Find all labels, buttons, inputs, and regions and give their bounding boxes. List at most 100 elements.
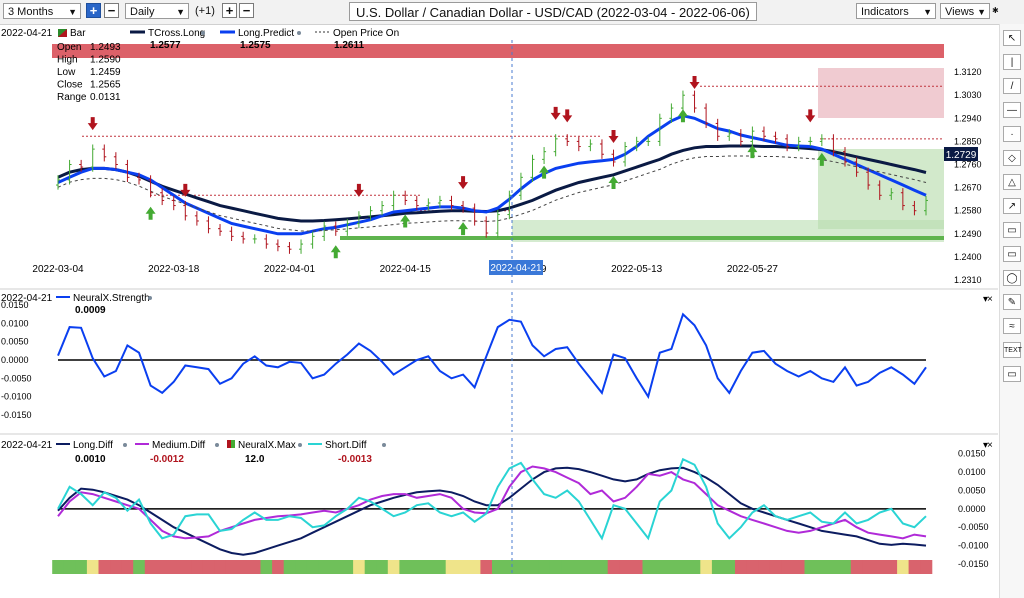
step-label: (+1) <box>195 5 215 17</box>
diff-tick-label: 0.0100 <box>958 467 986 477</box>
settings-dot-icon[interactable] <box>215 443 219 447</box>
remove-button[interactable]: − <box>104 3 119 18</box>
tool-button-9[interactable]: ▭ <box>1003 246 1021 262</box>
interval-select[interactable]: Daily ▼ <box>125 3 189 19</box>
interval-select-label: Daily <box>130 6 155 18</box>
ohlc-label: Range <box>57 92 87 103</box>
tool-button-0[interactable]: ↖ <box>1003 30 1021 46</box>
tool-button-7[interactable]: ↗ <box>1003 198 1021 214</box>
neuralmax-strip-cell <box>411 560 424 574</box>
neuralmax-strip-cell <box>839 560 852 574</box>
range-select[interactable]: 3 Months ▼ <box>3 3 81 19</box>
cursor-date-diff: 2022-04-21 <box>1 440 53 451</box>
step-remove-button[interactable]: − <box>239 3 254 18</box>
neuralmax-strip-cell <box>156 560 169 574</box>
date-tick-label: 2022-04-01 <box>264 264 316 275</box>
neuralmax-strip-cell <box>526 560 539 574</box>
tool-button-11[interactable]: ✎ <box>1003 294 1021 310</box>
settings-dot-icon[interactable] <box>382 443 386 447</box>
tool-button-10[interactable]: ◯ <box>1003 270 1021 286</box>
legend-openprice: Open Price On <box>333 28 399 39</box>
neuralmax-strip-cell <box>52 560 65 574</box>
tool-button-12[interactable]: ≈ <box>1003 318 1021 334</box>
tool-button-2[interactable]: / <box>1003 78 1021 94</box>
chevron-down-icon: ▼ <box>977 7 986 17</box>
tcross-value: 1.2577 <box>150 40 181 51</box>
target-zone-upper <box>818 68 944 118</box>
neural-tick-label: 0.0150 <box>1 300 29 310</box>
neuralmax-strip-cell <box>735 560 748 574</box>
settings-dot-icon[interactable] <box>297 31 301 35</box>
close-icon[interactable]: × <box>987 294 993 305</box>
drawing-toolbar: ↖ | / — · ◇ △ ↗ ▭ ▭ ◯ ✎ ≈ TEXT ▭ <box>999 24 1024 598</box>
chevron-down-icon: ▼ <box>923 7 932 17</box>
chart-area[interactable]: 1.3120 1.3030 1.2940 1.2850 1.2760 1.2670 1.25… <box>0 24 998 598</box>
price-tick-label: 1.2940 <box>954 113 982 123</box>
legend-bar: Bar <box>70 28 86 39</box>
neuralmax-strip-cell <box>850 560 863 574</box>
neuralmax-strip-cell <box>468 560 481 574</box>
price-plot-bg <box>52 44 944 284</box>
toolbar-menu-icon[interactable]: ✱ <box>992 6 999 15</box>
price-tick-label: 1.2310 <box>954 275 982 285</box>
last-price-label: 1.2729 <box>946 150 977 161</box>
neuralmax-strip-cell <box>283 560 296 574</box>
toolbar: 3 Months ▼ + − Daily ▼ (+1) + − U.S. Dolla… <box>0 0 1024 25</box>
neuralmax-strip-cell <box>665 560 678 574</box>
settings-dot-icon[interactable] <box>201 31 205 35</box>
neuralmax-value: 12.0 <box>245 454 265 465</box>
neuralmax-strip-cell <box>98 560 111 574</box>
neuralmax-strip-cell <box>492 560 505 574</box>
price-tick-label: 1.2850 <box>954 136 982 146</box>
neuralmax-strip-cell <box>110 560 123 574</box>
diff-tick-label: -0.0150 <box>958 559 989 569</box>
tool-button-13[interactable]: TEXT <box>1003 342 1022 358</box>
settings-dot-icon[interactable] <box>148 296 152 300</box>
neuralmax-strip-cell <box>873 560 886 574</box>
add-button[interactable]: + <box>86 3 101 18</box>
views-select[interactable]: Views ▼ <box>940 3 990 19</box>
resistance-zone <box>52 44 944 58</box>
neuralmax-strip-cell <box>769 560 782 574</box>
series-short-diff <box>57 457 927 541</box>
close-icon[interactable]: × <box>987 440 993 451</box>
step-add-button[interactable]: + <box>222 3 237 18</box>
neuralmax-strip-cell <box>584 560 597 574</box>
price-tick-label: 1.2670 <box>954 183 982 193</box>
indicators-select[interactable]: Indicators ▼ <box>856 3 936 19</box>
views-label: Views <box>945 6 975 18</box>
date-tick-label: 2022-03-18 <box>148 264 200 275</box>
neuralmax-strip-cell <box>711 560 724 574</box>
neural-tick-label: 0.0050 <box>1 337 29 347</box>
legend-mediumdiff: Medium.Diff <box>152 440 205 451</box>
openprice-value: 1.2611 <box>334 40 364 51</box>
tool-button-5[interactable]: ◇ <box>1003 150 1021 166</box>
neuralmax-strip-cell <box>387 560 400 574</box>
settings-dot-icon[interactable] <box>298 443 302 447</box>
neuralmax-strip-cell <box>86 560 99 574</box>
tool-button-1[interactable]: | <box>1003 54 1021 70</box>
neural-tick-label: 0.0000 <box>1 355 29 365</box>
date-tick-label: 2022-05-27 <box>727 264 779 275</box>
tool-button-4[interactable]: · <box>1003 126 1021 142</box>
tool-button-8[interactable]: ▭ <box>1003 222 1021 238</box>
neuralmax-strip-cell <box>295 560 308 574</box>
tool-button-6[interactable]: △ <box>1003 174 1021 190</box>
neuralmax-strip-cell <box>677 560 690 574</box>
neural-tick-label: 0.0100 <box>1 318 29 328</box>
neuralmax-strip-cell <box>272 560 285 574</box>
neuralmax-strip-cell <box>862 560 875 574</box>
neural-tick-label: -0.0150 <box>1 410 32 420</box>
tool-button-14[interactable]: ▭ <box>1003 366 1021 382</box>
neuralmax-strip-cell <box>445 560 458 574</box>
price-tick-label: 1.2580 <box>954 206 982 216</box>
neuralmax-strip-cell <box>630 560 643 574</box>
price-tick-label: 1.2490 <box>954 229 982 239</box>
legend-tcross: TCross.Long <box>148 28 205 39</box>
neuralmax-strip-cell <box>723 560 736 574</box>
neuralmax-strip-cell <box>121 560 134 574</box>
neural-value: 0.0009 <box>75 305 106 316</box>
settings-dot-icon[interactable] <box>123 443 127 447</box>
neuralmax-strip-cell <box>573 560 586 574</box>
tool-button-3[interactable]: — <box>1003 102 1021 118</box>
